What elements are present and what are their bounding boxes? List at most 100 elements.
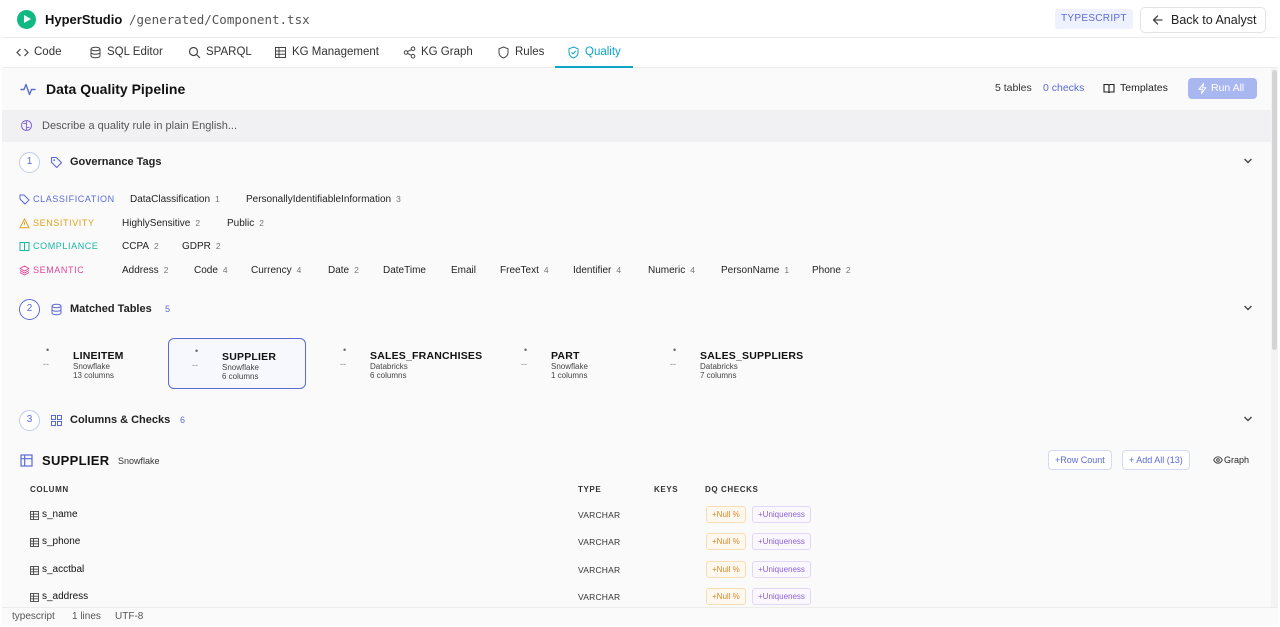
- table-source: Snowflake: [551, 362, 588, 371]
- run-all-button[interactable]: Run All: [1188, 78, 1257, 99]
- tag-name: FreeText: [500, 265, 539, 276]
- tag-chip[interactable]: PersonName 1: [721, 265, 789, 276]
- column-name: s_address: [42, 591, 89, 602]
- section-governance-tags[interactable]: 1 Governance Tags: [2, 148, 1278, 178]
- table-source: Snowflake: [73, 362, 110, 371]
- tag-name: Numeric: [648, 265, 686, 276]
- uniqueness-check-button[interactable]: +Uniqueness: [752, 506, 811, 523]
- table-name: SALES_SUPPLIERS: [700, 350, 804, 362]
- uniqueness-check-button[interactable]: +Uniqueness: [752, 561, 811, 578]
- tag-chip[interactable]: Date 2: [328, 265, 359, 276]
- sparkle-brain-icon: [20, 119, 33, 132]
- tab-kg-management-label: KG Management: [292, 46, 379, 58]
- shield-check-icon: [568, 46, 579, 59]
- table-card-lineitem[interactable]: • -- LINEITEM Snowflake 13 columns: [20, 338, 158, 389]
- lightning-icon: [1198, 83, 1207, 94]
- tag-chip[interactable]: Numeric 4: [648, 265, 695, 276]
- step-number-2: 2: [19, 299, 40, 320]
- templates-button[interactable]: Templates: [1103, 80, 1168, 97]
- database-icon: [51, 303, 62, 316]
- chevron-down-icon[interactable]: [1243, 415, 1253, 423]
- tag-count: 4: [690, 265, 695, 275]
- tag-chip[interactable]: DateTime: [383, 265, 431, 276]
- status-encoding: UTF-8: [115, 611, 144, 622]
- section-count: 5: [165, 304, 171, 314]
- tag-chip[interactable]: FreeText 4: [500, 265, 549, 276]
- chevron-down-icon[interactable]: [1243, 304, 1253, 312]
- table-name: PART: [551, 350, 580, 362]
- uniqueness-check-button[interactable]: +Uniqueness: [752, 588, 811, 605]
- page-title: Data Quality Pipeline: [46, 81, 186, 97]
- warning-triangle-icon: [19, 218, 30, 229]
- back-to-analyst-button[interactable]: Back to Analyst: [1140, 7, 1266, 33]
- row-count-button[interactable]: +Row Count: [1048, 450, 1112, 470]
- tag-name: Phone: [812, 265, 841, 276]
- table-detail-header: SUPPLIER Snowflake +Row Count + Add All …: [2, 446, 1278, 476]
- status-bar: typescript 1 lines UTF-8: [2, 607, 1278, 625]
- tag-chip[interactable]: Code 4: [194, 265, 228, 276]
- status-dot: •: [343, 345, 347, 355]
- shield-icon: [498, 46, 509, 59]
- tag-chip[interactable]: Identifier 4: [573, 265, 621, 276]
- tab-sparql[interactable]: SPARQL: [176, 38, 264, 68]
- col-header-keys: KEYS: [654, 485, 679, 494]
- section-columns-checks[interactable]: 3 Columns & Checks 6: [2, 406, 1278, 436]
- table-card-sales-franchises[interactable]: • -- SALES_FRANCHISES Databricks 6 colum…: [317, 338, 482, 389]
- graph-toggle-button[interactable]: Graph: [1213, 455, 1249, 465]
- add-all-button[interactable]: + Add All (13): [1122, 450, 1190, 470]
- tab-quality[interactable]: Quality: [555, 38, 633, 68]
- tag-chip[interactable]: Email: [451, 265, 481, 276]
- tab-sparql-label: SPARQL: [206, 46, 252, 58]
- tab-rules[interactable]: Rules: [485, 38, 556, 68]
- column-icon: [30, 566, 39, 575]
- tag-name: DateTime: [383, 265, 426, 276]
- null-percent-check-button[interactable]: +Null %: [706, 561, 746, 578]
- uniqueness-check-button[interactable]: +Uniqueness: [752, 533, 811, 550]
- null-percent-check-button[interactable]: +Null %: [706, 506, 746, 523]
- tag-count: 4: [296, 265, 302, 275]
- section-count: 6: [180, 415, 186, 425]
- status-dot: •: [524, 345, 528, 355]
- section-title: Governance Tags: [70, 156, 162, 168]
- table-row: s_name VARCHAR +Null % +Uniqueness: [2, 502, 1278, 529]
- code-icon: [16, 48, 29, 57]
- table-columns: 13 columns: [73, 371, 114, 380]
- tab-rules-label: Rules: [515, 46, 545, 58]
- category-text: COMPLIANCE: [33, 241, 99, 251]
- column-name: s_name: [42, 509, 78, 520]
- tag-name: CCPA: [122, 241, 150, 252]
- search-icon: [188, 46, 201, 59]
- table-card-supplier[interactable]: • -- SUPPLIER Snowflake 6 columns: [168, 338, 306, 389]
- status-dot: •: [195, 346, 199, 356]
- section-matched-tables[interactable]: 2 Matched Tables 5: [2, 295, 1278, 325]
- tag-chip[interactable]: Public 2: [227, 218, 264, 229]
- tag-name: Code: [194, 265, 218, 276]
- tag-chip[interactable]: Currency 4: [251, 265, 301, 276]
- chevron-down-icon[interactable]: [1243, 157, 1253, 165]
- category-label-sensitivity: SENSITIVITY: [19, 218, 95, 229]
- tag-name: PersonName: [721, 265, 780, 276]
- tag-chip[interactable]: Address 2: [122, 265, 168, 276]
- null-percent-check-button[interactable]: +Null %: [706, 588, 746, 605]
- vertical-scrollbar-thumb[interactable]: [1272, 70, 1277, 350]
- tag-chip[interactable]: HighlySensitive 2: [122, 218, 200, 229]
- tab-kg-management[interactable]: KG Management: [262, 38, 391, 68]
- tab-kg-graph[interactable]: KG Graph: [391, 38, 485, 68]
- tag-count: 2: [154, 241, 159, 251]
- tag-chip[interactable]: GDPR 2: [182, 241, 221, 252]
- checks-count-link[interactable]: 0 checks: [1043, 82, 1084, 94]
- tag-chip[interactable]: Phone 2: [812, 265, 851, 276]
- table-card-part[interactable]: • -- PART Snowflake 1 columns: [498, 338, 636, 389]
- tab-code[interactable]: Code: [4, 38, 74, 68]
- null-percent-check-button[interactable]: +Null %: [706, 533, 746, 550]
- table-name: SUPPLIER: [222, 351, 277, 363]
- tag-chip[interactable]: CCPA 2: [122, 241, 159, 252]
- quality-rule-input[interactable]: [42, 116, 842, 136]
- category-label-semantic: SEMANTIC: [19, 265, 84, 276]
- tag-name: Identifier: [573, 265, 612, 276]
- table-card-sales-suppliers[interactable]: • -- SALES_SUPPLIERS Databricks 7 column…: [647, 338, 803, 389]
- tab-sql-editor[interactable]: SQL Editor: [77, 38, 175, 68]
- tag-chip[interactable]: PersonallyIdentifiableInformation 3: [246, 194, 401, 205]
- tag-chip[interactable]: DataClassification 1: [130, 194, 220, 205]
- activity-pulse-icon: [20, 83, 36, 96]
